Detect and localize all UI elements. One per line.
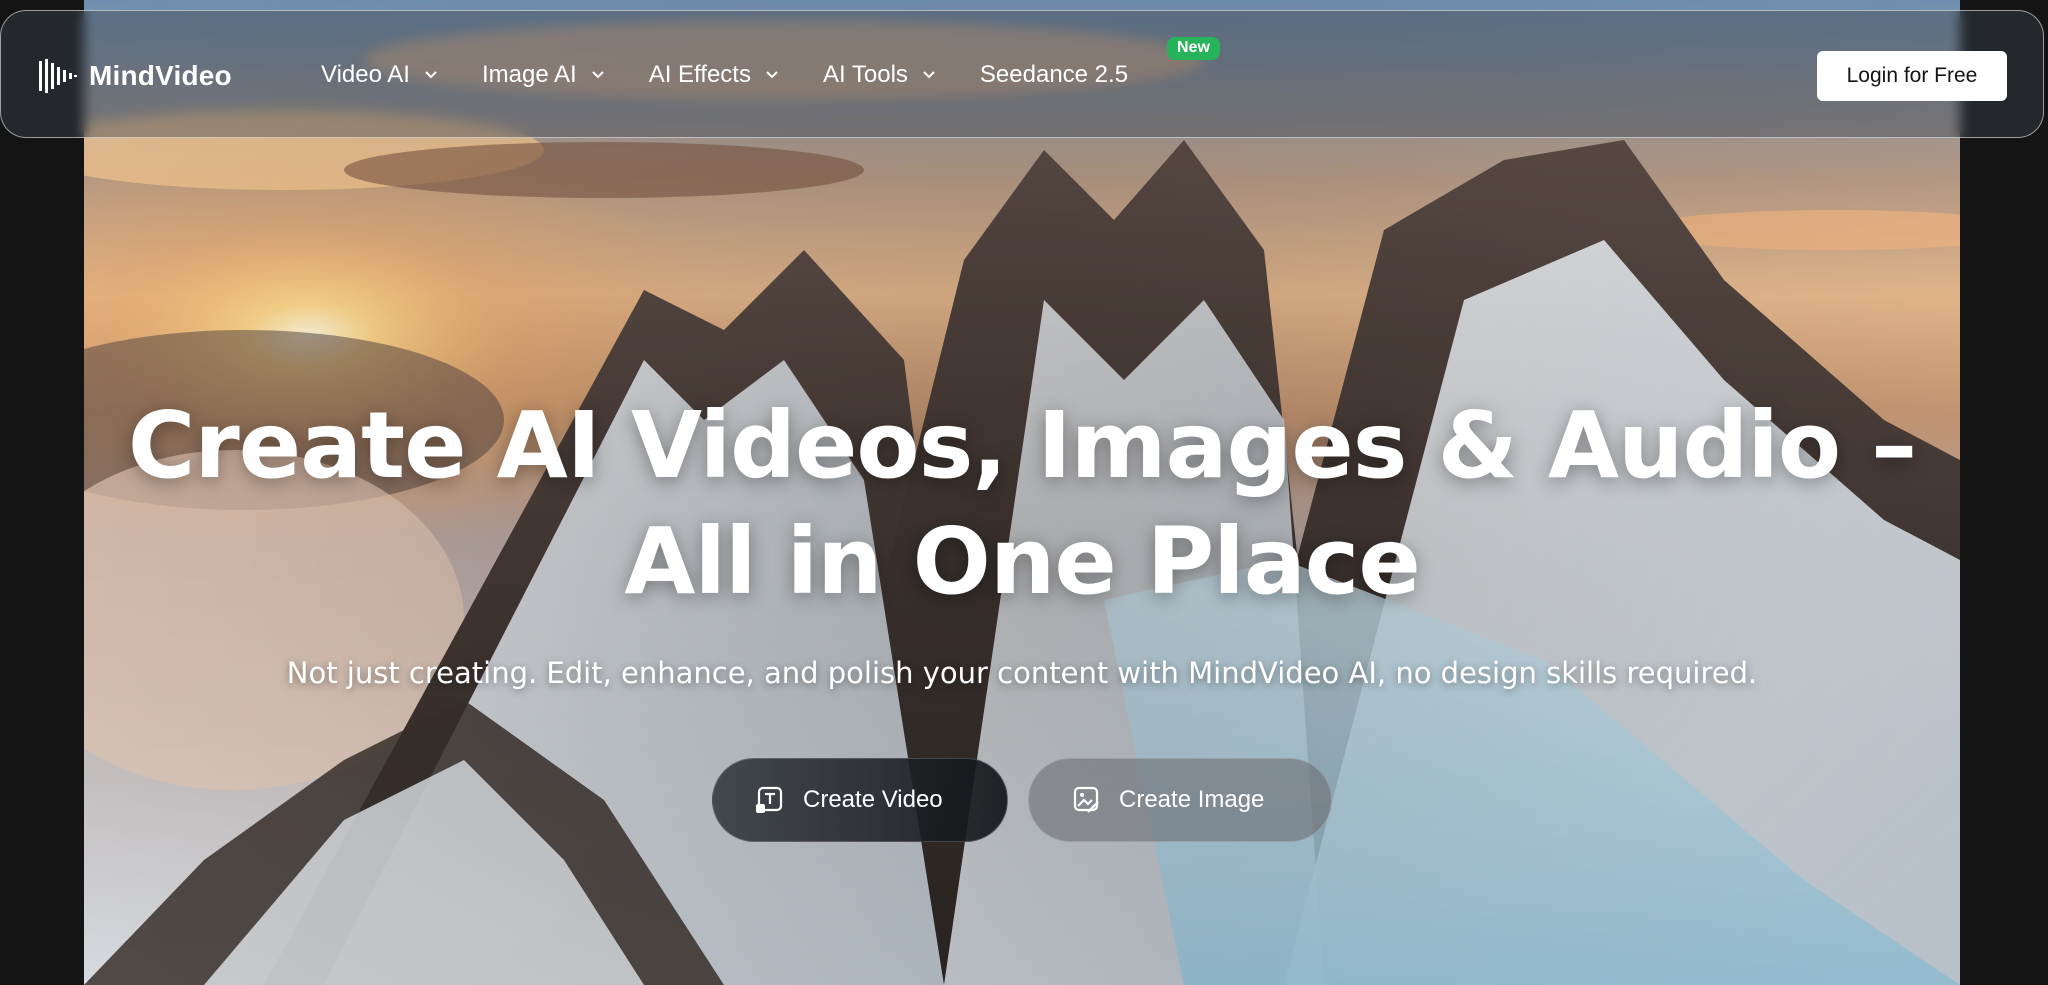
nav-item-video-ai[interactable]: Video AI bbox=[321, 61, 438, 89]
create-image-label: Create Image bbox=[1119, 786, 1265, 813]
new-badge: New bbox=[1167, 37, 1220, 60]
nav-item-label: Video AI bbox=[321, 61, 410, 88]
mindvideo-logo-icon bbox=[39, 59, 77, 93]
hero-subtitle: Not just creating. Edit, enhance, and po… bbox=[286, 656, 1758, 690]
chevron-down-icon bbox=[923, 71, 935, 79]
nav-item-seedance[interactable]: Seedance 2.5 bbox=[980, 61, 1128, 89]
hero-title: Create AI Videos, Images & Audio – All i… bbox=[84, 388, 1960, 620]
image-edit-icon bbox=[1073, 786, 1099, 813]
brand-logo-link[interactable]: MindVideo bbox=[37, 57, 232, 95]
nav-menu: Video AI Image AI AI Effects AI Tools Se… bbox=[321, 11, 1128, 139]
chevron-down-icon bbox=[425, 71, 437, 79]
hero-title-line-2: All in One Place bbox=[624, 508, 1420, 615]
nav-item-ai-tools[interactable]: AI Tools bbox=[823, 61, 936, 89]
top-navbar: MindVideo Video AI Image AI AI Effects A… bbox=[0, 10, 2044, 138]
nav-item-ai-effects[interactable]: AI Effects bbox=[649, 61, 779, 89]
nav-item-label: AI Tools bbox=[822, 61, 908, 88]
nav-item-label: Seedance 2.5 bbox=[979, 61, 1129, 88]
create-image-button[interactable]: Create Image bbox=[1028, 758, 1332, 842]
chevron-down-icon bbox=[591, 71, 604, 79]
brand-name: MindVideo bbox=[89, 60, 232, 91]
hero-title-line-1: Create AI Videos, Images & Audio – bbox=[127, 392, 1917, 499]
create-video-label: Create Video bbox=[803, 786, 943, 813]
nav-item-label: Image AI bbox=[481, 61, 577, 88]
page: MindVideo Video AI Image AI AI Effects A… bbox=[0, 0, 2048, 985]
nav-item-label: AI Effects bbox=[648, 61, 751, 88]
chevron-down-icon bbox=[766, 71, 778, 79]
login-button[interactable]: Login for Free bbox=[1817, 51, 2007, 101]
nav-item-image-ai[interactable]: Image AI bbox=[482, 61, 605, 89]
text-video-icon bbox=[756, 786, 783, 813]
create-video-button[interactable]: Create Video bbox=[712, 758, 1008, 842]
